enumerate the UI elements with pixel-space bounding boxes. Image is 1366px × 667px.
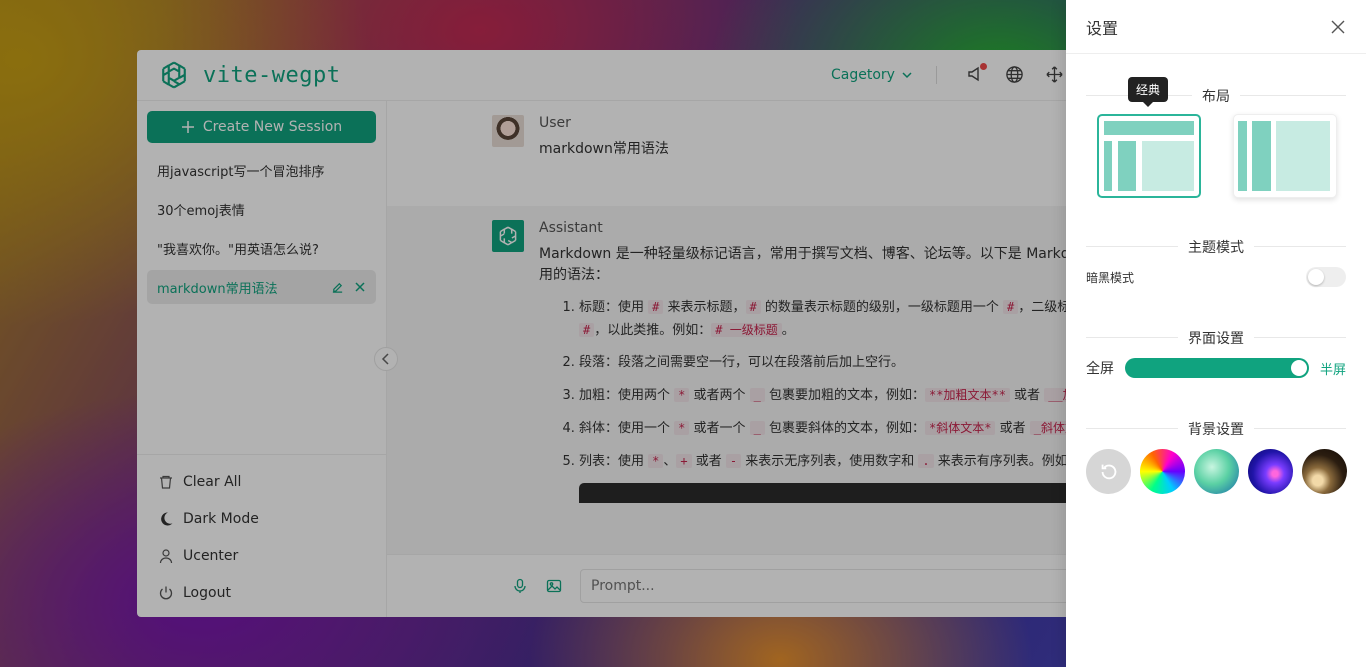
background-option-dark[interactable] — [1302, 449, 1347, 494]
background-option-purple[interactable] — [1248, 449, 1293, 494]
dark-mode-row: 暗黑模式 — [1086, 267, 1346, 287]
screen-mode-switch[interactable] — [1124, 358, 1309, 378]
halfscreen-label: 半屏 — [1319, 362, 1346, 378]
layout-option-column[interactable] — [1233, 114, 1337, 198]
background-option-rainbow[interactable] — [1140, 449, 1185, 494]
layout-divider: 布局 — [1086, 85, 1346, 106]
close-icon[interactable] — [1330, 19, 1346, 35]
reset-background-button[interactable] — [1086, 449, 1131, 494]
settings-title: 设置 — [1086, 18, 1119, 38]
ui-section-label: 界面设置 — [1178, 327, 1254, 348]
ui-divider: 界面设置 — [1086, 327, 1346, 348]
drawer-overlay[interactable] — [0, 0, 1066, 667]
theme-section-label: 主题模式 — [1178, 236, 1254, 257]
refresh-icon — [1101, 464, 1116, 479]
dark-mode-setting-label: 暗黑模式 — [1086, 270, 1135, 285]
screen-mode-row: 全屏 半屏 — [1086, 358, 1346, 378]
settings-drawer: 设置 布局 经典 主题模式 暗黑模式 界面设置 全屏 半屏 背景设置 — [1066, 0, 1366, 667]
background-options — [1086, 449, 1347, 494]
background-divider: 背景设置 — [1086, 418, 1346, 439]
settings-header: 设置 — [1066, 0, 1366, 54]
layout-option-classic[interactable] — [1097, 114, 1201, 198]
fullscreen-label: 全屏 — [1086, 361, 1114, 377]
layout-tooltip: 经典 — [1128, 77, 1169, 107]
background-option-mint[interactable] — [1194, 449, 1239, 494]
dark-mode-toggle[interactable] — [1306, 267, 1346, 287]
theme-divider: 主题模式 — [1086, 236, 1346, 257]
layout-section-label: 布局 — [1192, 85, 1240, 106]
background-section-label: 背景设置 — [1178, 418, 1254, 439]
